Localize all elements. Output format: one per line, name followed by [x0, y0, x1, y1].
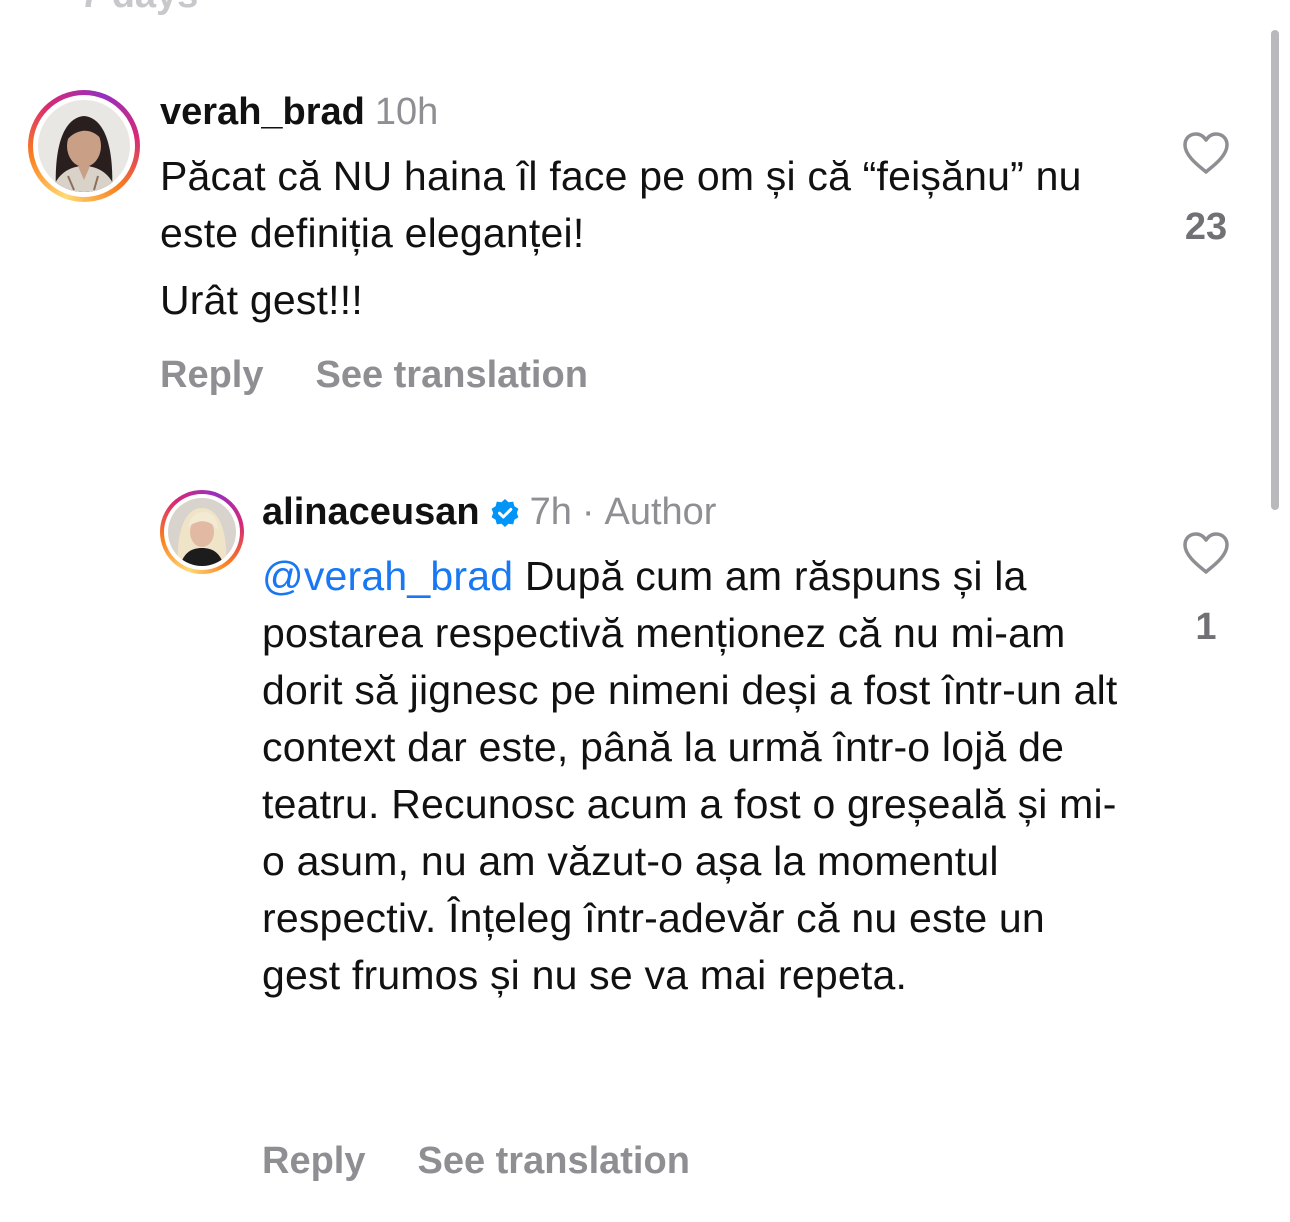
comment-time: 7h [529, 491, 572, 533]
comment-meta: alinaceusan 7h · Author [262, 490, 716, 538]
heart-outline-icon[interactable] [1181, 130, 1231, 176]
like-count: 1 [1195, 606, 1217, 648]
comment-body: După cum am răspuns și la postarea respe… [262, 553, 1118, 998]
heart-outline-icon[interactable] [1181, 530, 1231, 576]
comment-text: @verah_brad După cum am răspuns și la po… [262, 548, 1122, 1004]
comment-time: 10h [374, 91, 439, 133]
reply-comment-item: alinaceusan 7h · Author @verah_brad După cu… [0, 420, 1290, 1222]
comment-meta: verah_brad 10h [160, 90, 438, 134]
author-tag: Author [604, 491, 717, 533]
comment-item: verah_brad 10h Păcat că NU haina îl face … [0, 0, 1290, 420]
comment-text: Păcat că NU haina îl face pe om și că “f… [160, 148, 1120, 329]
meta-separator: · [581, 491, 595, 533]
avatar[interactable] [160, 490, 244, 574]
reply-button[interactable]: Reply [262, 1140, 365, 1182]
avatar[interactable] [28, 90, 140, 202]
see-translation-button[interactable]: See translation [315, 354, 587, 396]
like-control: 1 [1166, 530, 1246, 649]
username[interactable]: verah_brad [160, 91, 365, 133]
comment-paragraph: Păcat că NU haina îl face pe om și că “f… [160, 153, 1082, 256]
verified-badge-icon [490, 494, 520, 538]
reply-button[interactable]: Reply [160, 354, 263, 396]
comment-paragraph: Urât gest!!! [160, 277, 363, 323]
like-count: 23 [1184, 206, 1228, 248]
comment-actions: Reply See translation [262, 1140, 690, 1183]
profile-photo-icon [38, 100, 130, 192]
comment-actions: Reply See translation [160, 354, 588, 397]
mention-link[interactable]: @verah_brad [262, 553, 513, 599]
like-control: 23 [1166, 130, 1246, 249]
see-translation-button[interactable]: See translation [417, 1140, 689, 1182]
username[interactable]: alinaceusan [262, 491, 480, 533]
profile-photo-icon [168, 498, 236, 566]
